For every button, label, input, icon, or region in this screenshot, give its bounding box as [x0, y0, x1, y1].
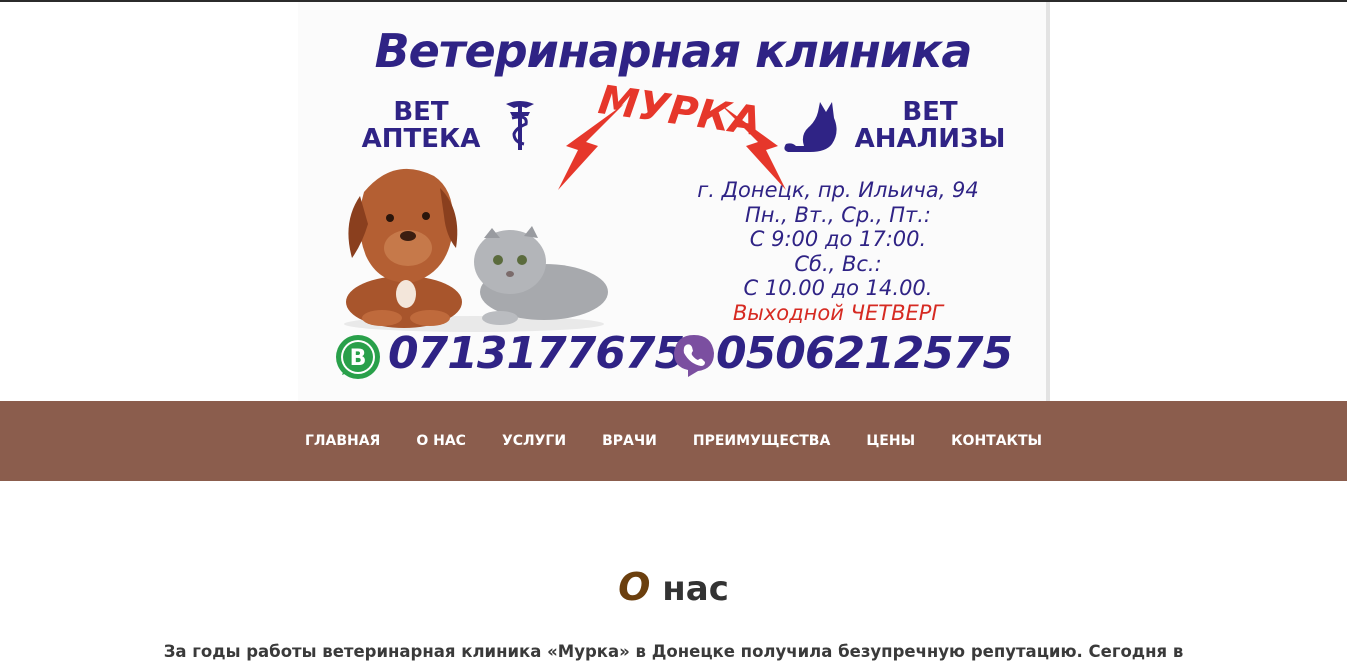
nav-item-home[interactable]: ГЛАВНАЯ [287, 433, 398, 449]
day-off-notice: Выходной ЧЕТВЕРГ [732, 300, 944, 325]
viber-icon [674, 335, 714, 377]
phone-number-2: 0506212575 [716, 328, 1013, 379]
clinic-address: г. Донецк, пр. Ильича, 94 [697, 178, 979, 202]
svg-text:B: B [350, 346, 367, 371]
vet-analysis-label: ВЕТ АНАЛИЗЫ [850, 99, 1010, 153]
banner-edge [1046, 2, 1050, 401]
dog-and-cat-image [344, 168, 608, 332]
vet-analysis-line2: АНАЛИЗЫ [854, 124, 1006, 154]
vet-pharmacy-line2: АПТЕКА [361, 124, 481, 154]
weekend-hours: С 10.00 до 14.00. [743, 276, 933, 300]
cat-silhouette-icon [784, 102, 837, 152]
nav-item-doctors[interactable]: ВРАЧИ [584, 433, 675, 449]
about-title-initial: О [618, 565, 651, 609]
about-section-title: О нас [0, 565, 1347, 609]
vet-analysis-line1: ВЕТ [902, 97, 958, 127]
vet-pharmacy-line1: ВЕТ [393, 97, 449, 127]
about-title-rest: нас [650, 569, 729, 609]
header-banner: Ветеринарная клиника ВЕТ АПТЕКА МУРКА ВЕ… [298, 2, 1050, 401]
nav-item-prices[interactable]: ЦЕНЫ [848, 433, 933, 449]
vet-pharmacy-label: ВЕТ АПТЕКА [356, 99, 486, 153]
weekdays-label: Пн., Вт., Ср., Пт.: [744, 202, 931, 227]
main-navigation: ГЛАВНАЯ О НАС УСЛУГИ ВРАЧИ ПРЕИМУЩЕСТВА … [0, 401, 1347, 481]
nav-item-contacts[interactable]: КОНТАКТЫ [933, 433, 1060, 449]
nav-list: ГЛАВНАЯ О НАС УСЛУГИ ВРАЧИ ПРЕИМУЩЕСТВА … [0, 401, 1347, 481]
clinic-info: г. Донецк, пр. Ильича, 94 Пн., Вт., Ср.,… [688, 178, 988, 325]
caduceus-icon [506, 101, 534, 150]
phone-number-1: 0713177675 [388, 328, 685, 379]
whatsapp-b-icon: B [336, 335, 380, 379]
weekend-label: Сб., Вс.: [794, 251, 882, 276]
nav-item-advantages[interactable]: ПРЕИМУЩЕСТВА [675, 433, 848, 449]
banner-title: Ветеринарная клиника [374, 24, 973, 78]
weekday-hours: С 9:00 до 17:00. [749, 227, 927, 251]
nav-item-about[interactable]: О НАС [398, 433, 484, 449]
nav-item-services[interactable]: УСЛУГИ [484, 433, 584, 449]
about-intro-text: За годы работы ветеринарная клиника «Мур… [163, 642, 1184, 661]
